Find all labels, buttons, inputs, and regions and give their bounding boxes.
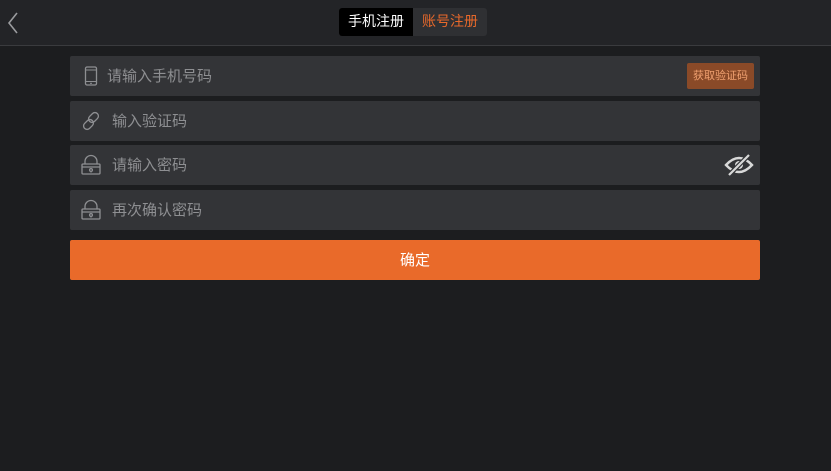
password-input[interactable]	[112, 145, 672, 185]
lock-icon	[80, 199, 102, 221]
verification-code-field	[70, 101, 760, 141]
lock-icon	[80, 154, 102, 176]
tab-account-register[interactable]: 账号注册	[413, 8, 487, 36]
confirm-password-input[interactable]	[112, 190, 672, 230]
link-icon	[80, 110, 102, 132]
register-type-switch: 手机注册 账号注册	[339, 8, 487, 36]
confirm-password-field	[70, 190, 760, 230]
top-bar: 手机注册 账号注册	[0, 0, 831, 46]
confirm-button[interactable]: 确定	[70, 240, 760, 280]
back-button[interactable]	[0, 0, 26, 45]
phone-field: 获取验证码	[70, 56, 760, 96]
tab-phone-register[interactable]: 手机注册	[339, 8, 413, 36]
toggle-password-visibility[interactable]	[724, 151, 754, 179]
phone-input[interactable]	[107, 56, 667, 96]
mobile-phone-icon	[80, 65, 102, 87]
verification-code-input[interactable]	[112, 101, 672, 141]
password-field	[70, 145, 760, 185]
chevron-left-icon	[7, 12, 18, 33]
register-screen: 手机注册 账号注册 获取验证码	[0, 0, 831, 471]
get-code-button[interactable]: 获取验证码	[687, 63, 754, 89]
eye-off-icon	[724, 153, 754, 177]
